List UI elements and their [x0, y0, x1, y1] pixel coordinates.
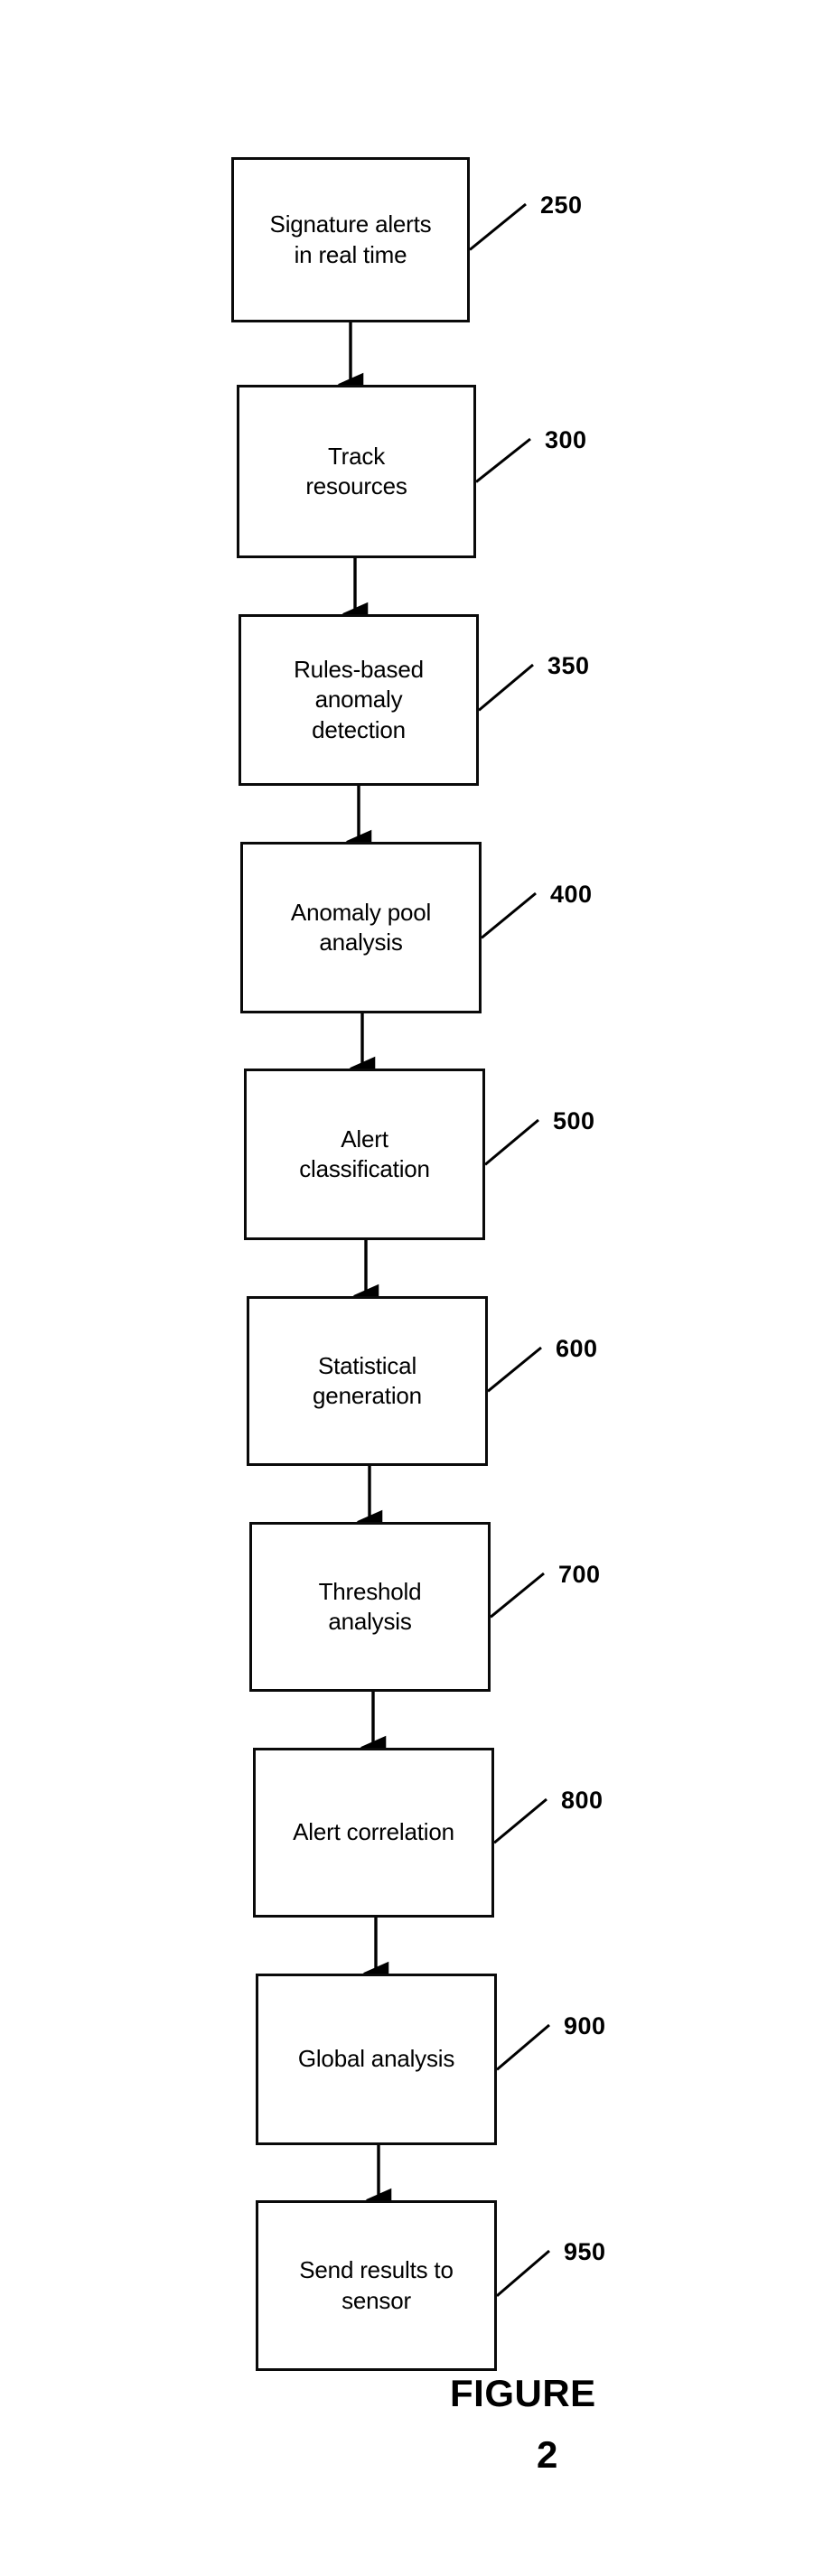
- reference-number-800: 800: [561, 1787, 603, 1814]
- leader-line-350: [478, 663, 534, 712]
- flow-box-label-rules-based-anomaly-detection: Rules-based anomaly detection: [294, 656, 424, 743]
- flow-box-label-threshold-analysis: Threshold analysis: [318, 1577, 422, 1635]
- flow-box-send-results-to-sensor: Send results to sensor: [256, 2200, 497, 2371]
- reference-number-500: 500: [553, 1107, 595, 1134]
- flow-box-label-signature-alerts: Signature alerts in real time: [269, 210, 432, 268]
- flow-box-track-resources: Track resources: [237, 385, 476, 558]
- flow-box-alert-correlation: Alert correlation: [253, 1748, 494, 1918]
- reference-number-250: 250: [540, 191, 583, 219]
- flow-box-label-track-resources: Track resources: [305, 442, 407, 499]
- reference-number-700: 700: [558, 1561, 601, 1588]
- leader-line-500: [484, 1118, 539, 1166]
- leader-line-950: [496, 2249, 550, 2297]
- flow-box-statistical-generation: Statistical generation: [247, 1296, 488, 1466]
- patent-figure-page: Signature alerts in real time Track resou…: [0, 0, 814, 2576]
- flow-box-label-alert-correlation: Alert correlation: [293, 1818, 454, 1846]
- flow-box-global-analysis: Global analysis: [256, 1974, 497, 2145]
- leader-line-600: [487, 1346, 542, 1393]
- flow-box-alert-classification: Alert classification: [244, 1069, 485, 1240]
- reference-number-350: 350: [547, 652, 590, 679]
- reference-number-300: 300: [545, 426, 587, 453]
- reference-number-950: 950: [564, 2238, 606, 2265]
- flow-box-label-anomaly-pool-analysis: Anomaly pool analysis: [290, 898, 432, 956]
- connector-group: [337, 322, 392, 2211]
- leader-line-400: [481, 891, 537, 939]
- leader-line-300: [475, 437, 531, 483]
- flow-box-label-send-results-to-sensor: Send results to sensor: [299, 2256, 454, 2314]
- flow-box-label-statistical-generation: Statistical generation: [313, 1351, 422, 1409]
- figure-caption-word: FIGURE: [450, 2372, 596, 2414]
- flow-box-anomaly-pool-analysis: Anomaly pool analysis: [240, 842, 482, 1013]
- leader-line-800: [493, 1797, 547, 1844]
- reference-number-600: 600: [556, 1335, 598, 1362]
- flow-box-label-global-analysis: Global analysis: [297, 2045, 455, 2073]
- reference-number-900: 900: [564, 2012, 606, 2039]
- flow-box-label-alert-classification: Alert classification: [299, 1125, 430, 1182]
- leader-line-700: [490, 1572, 545, 1619]
- flow-box-threshold-analysis: Threshold analysis: [249, 1522, 491, 1692]
- reference-number-400: 400: [550, 881, 593, 908]
- figure-caption-number: 2: [537, 2433, 558, 2476]
- leader-line-900: [496, 2023, 550, 2071]
- flow-box-rules-based-anomaly-detection: Rules-based anomaly detection: [239, 614, 479, 786]
- leader-line-250: [469, 202, 527, 251]
- flow-box-signature-alerts: Signature alerts in real time: [231, 157, 470, 322]
